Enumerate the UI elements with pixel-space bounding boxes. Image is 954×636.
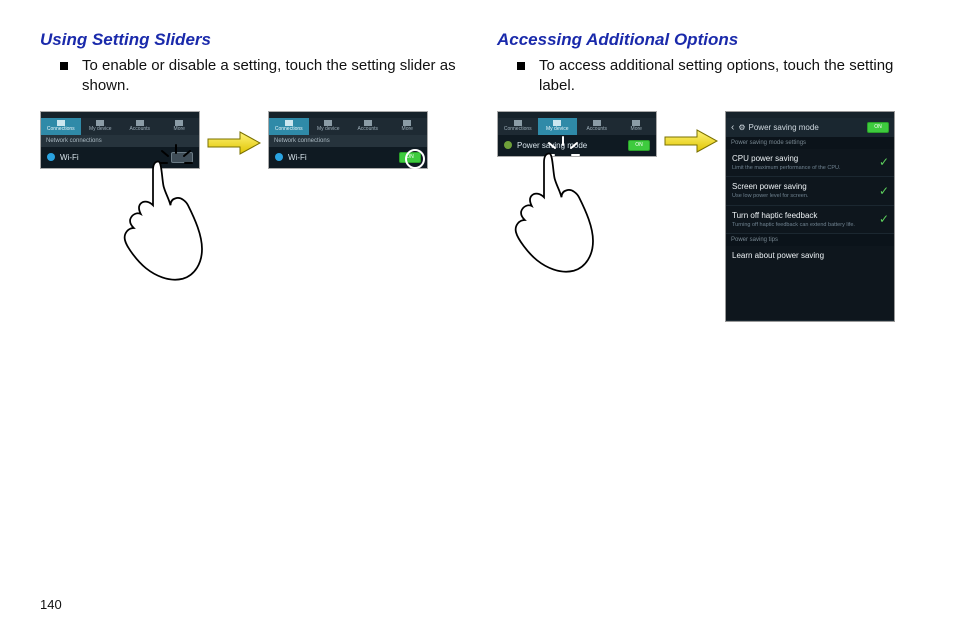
device-icon [96,120,104,126]
tab-more[interactable]: More [617,118,657,135]
phone-ui-after: Connections My device Accounts More Netw… [268,111,428,169]
detail-section-header-2: Power saving tips [726,234,894,246]
cpu-power-saving-item[interactable]: CPU power saving Limit the maximum perfo… [726,149,894,178]
two-column-layout: Using Setting Sliders To enable or disab… [40,30,914,322]
tab-label: More [174,126,185,132]
settings-tabs: Connections My device Accounts More [498,118,656,135]
detail-header: ‹ ⚙ Power saving mode ON [726,118,894,137]
hand-pointer-icon [491,143,611,283]
tab-connections[interactable]: Connections [269,118,309,135]
back-icon[interactable]: ‹ [731,122,734,133]
check-icon: ✓ [879,212,889,226]
detail-section-header: Power saving mode settings [726,137,894,149]
tab-label: More [402,126,413,132]
item-title: Turn off haptic feedback [732,211,872,220]
haptic-feedback-item[interactable]: Turn off haptic feedback Turning off hap… [726,206,894,235]
page: Using Setting Sliders To enable or disab… [0,0,954,636]
connections-icon [285,120,293,126]
item-title: Learn about power saving [732,251,872,260]
tab-label: Accounts [586,126,607,132]
settings-tabs: Connections My device Accounts More [269,118,427,135]
item-title: Screen power saving [732,182,872,191]
left-column: Using Setting Sliders To enable or disab… [40,30,457,322]
item-desc: Limit the maximum performance of the CPU… [732,165,872,172]
more-icon [632,120,640,126]
bullet-icon [517,62,525,70]
bullet-text: To access additional setting options, to… [539,56,914,97]
section-label: Network connections [41,135,199,147]
more-icon [175,120,183,126]
device-icon [553,120,561,126]
learn-about-item[interactable]: Learn about power saving [726,246,894,321]
page-number: 140 [40,597,62,612]
tab-label: Connections [275,126,303,132]
accounts-icon [364,120,372,126]
tab-my-device[interactable]: My device [309,118,349,135]
bullet-item: To access additional setting options, to… [517,56,914,97]
item-desc: Use low power level for screen. [732,193,872,200]
wifi-label: Wi-Fi [288,153,399,162]
tab-label: My device [317,126,340,132]
tab-label: Connections [47,126,75,132]
tab-more[interactable]: More [388,118,428,135]
connections-icon [57,120,65,126]
device-icon [324,120,332,126]
wifi-icon [275,153,283,161]
tab-connections[interactable]: Connections [498,118,538,135]
accounts-icon [593,120,601,126]
right-column: Accessing Additional Options To access a… [497,30,914,322]
bullet-icon [60,62,68,70]
wifi-icon [47,153,55,161]
figure-accessing-options: Connections My device Accounts More Powe… [497,111,914,323]
tab-more[interactable]: More [160,118,200,135]
toggle-on-label: ON [868,124,888,130]
settings-tabs: Connections My device Accounts More [41,118,199,135]
section-label: Network connections [269,135,427,147]
more-icon [403,120,411,126]
tab-my-device[interactable]: My device [81,118,121,135]
tab-label: More [631,126,642,132]
gear-icon: ⚙ [738,123,745,132]
screen-power-saving-item[interactable]: Screen power saving Use low power level … [726,177,894,206]
tab-accounts[interactable]: Accounts [577,118,617,135]
highlight-circle-icon [405,149,425,169]
tab-label: Accounts [357,126,378,132]
wifi-toggle-on[interactable]: ON [399,152,421,163]
figure-using-sliders: Connections My device Accounts More Netw… [40,111,457,169]
tab-label: My device [89,126,112,132]
bullet-item: To enable or disable a setting, touch th… [60,56,457,97]
detail-title: Power saving mode [749,123,819,132]
accounts-icon [136,120,144,126]
tab-connections[interactable]: Connections [41,118,81,135]
item-desc: Turning off haptic feedback can extend b… [732,222,872,229]
hand-pointer-icon [100,151,220,291]
connections-icon [514,120,522,126]
bullet-text: To enable or disable a setting, touch th… [82,56,457,97]
wifi-row[interactable]: Wi-Fi ON [269,147,427,168]
power-saving-toggle[interactable]: ON [628,140,650,151]
check-icon: ✓ [879,155,889,169]
power-saving-detail-screen: ‹ ⚙ Power saving mode ON Power saving mo… [725,111,895,323]
tab-accounts[interactable]: Accounts [348,118,388,135]
toggle-on-label: ON [629,142,649,148]
mini-screenshot-label-tap: Connections My device Accounts More Powe… [497,111,657,157]
check-icon: ✓ [879,184,889,198]
heading-accessing-additional-options: Accessing Additional Options [497,30,914,50]
tab-my-device[interactable]: My device [538,118,578,135]
detail-master-toggle[interactable]: ON [867,122,889,133]
tab-label: My device [546,126,569,132]
heading-using-setting-sliders: Using Setting Sliders [40,30,457,50]
tab-label: Accounts [129,126,150,132]
mini-screenshot-after: Connections My device Accounts More Netw… [268,111,428,169]
mini-screenshot-before: Connections My device Accounts More Netw… [40,111,200,169]
item-title: CPU power saving [732,154,872,163]
tab-label: Connections [504,126,532,132]
tab-accounts[interactable]: Accounts [120,118,160,135]
arrow-right-icon [663,127,719,155]
